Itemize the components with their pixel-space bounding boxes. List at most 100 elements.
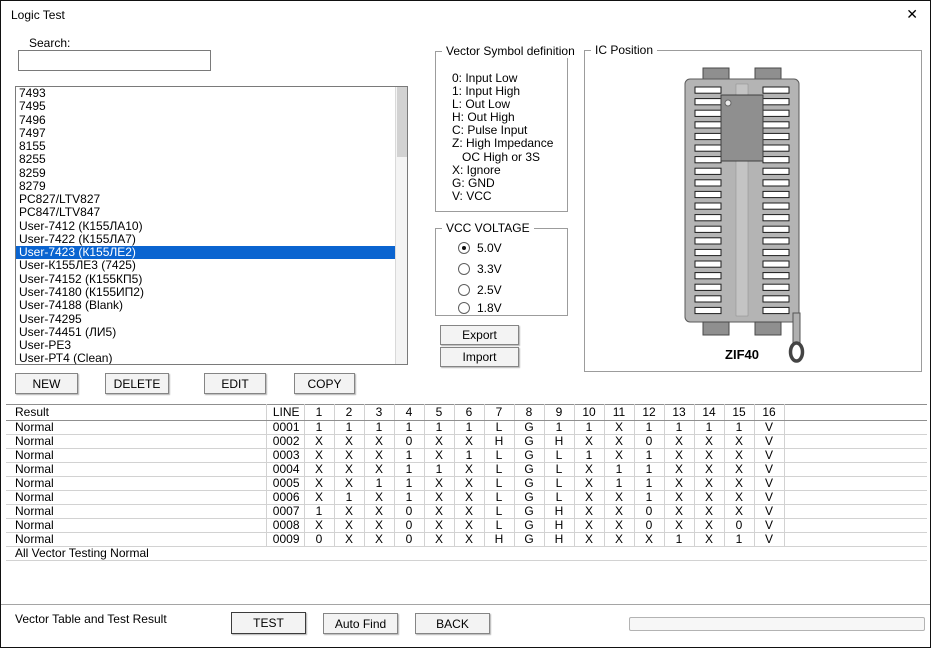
test-button[interactable]: TEST [231,612,306,634]
list-item[interactable]: 8279 [16,180,395,193]
list-item[interactable]: User-К155ЛЕ3 (7425) [16,259,395,272]
ic-listbox[interactable]: 74937495749674978155825582598279PC827/LT… [15,86,408,365]
pin-value-cell: X [334,533,364,547]
pin-value-cell: X [604,421,634,435]
list-item[interactable]: User-74188 (Blank) [16,299,395,312]
result-row[interactable]: Normal0004XXX11XLGLX11XXXV [6,463,927,477]
radio-icon[interactable] [458,263,470,275]
result-row[interactable]: Normal0001111111LG11X1111V [6,421,927,435]
radio-icon[interactable] [458,302,470,314]
export-button[interactable]: Export [440,325,519,345]
vcc-option-1.8v[interactable]: 1.8V [458,301,502,315]
list-item[interactable]: PC827/LTV827 [16,193,395,206]
vector-symbol-groupbox: Vector Symbol definition 0: Input Low1: … [435,51,568,212]
col-header: 9 [544,405,574,421]
pin-value-cell: X [424,505,454,519]
pin-value-cell: X [424,477,454,491]
search-input[interactable] [18,50,211,71]
pin-value-cell: L [484,491,514,505]
back-button[interactable]: BACK [415,613,490,634]
col-header: 1 [304,405,334,421]
line-cell: 0005 [266,477,304,491]
pin-value-cell: V [754,421,784,435]
result-row[interactable]: Normal00090XX0XXHGHXXX1X1V [6,533,927,547]
import-button[interactable]: Import [440,347,519,367]
pin-value-cell: H [484,435,514,449]
line-cell: 0007 [266,505,304,519]
pin-value-cell: X [724,463,754,477]
pin-value-cell: L [484,463,514,477]
pin-value-cell: L [544,491,574,505]
scrollbar-thumb[interactable] [397,87,407,157]
result-row[interactable]: Normal0008XXX0XXLGHXX0XX0V [6,519,927,533]
result-cell: Normal [6,533,266,547]
pin-value-cell: 0 [304,533,334,547]
filler-cell [784,449,927,463]
col-header: 10 [574,405,604,421]
pin-value-cell: X [724,435,754,449]
pin-value-cell: X [334,477,364,491]
copy-button[interactable]: COPY [294,373,355,394]
ic-position-groupbox: IC Position ZIF40 [584,50,922,372]
list-item[interactable]: User-74451 (ЛИ5) [16,326,395,339]
list-item[interactable]: 7493 [16,87,395,100]
result-row[interactable]: Normal0003XXX1X1LGL1X1XXXV [6,449,927,463]
result-row[interactable]: Normal0006X1X1XXLGLXX1XXXV [6,491,927,505]
pin-value-cell: X [334,449,364,463]
radio-icon[interactable] [458,284,470,296]
pin-value-cell: X [694,533,724,547]
pin-value-cell: X [694,519,724,533]
line-cell: 0001 [266,421,304,435]
pin-value-cell: L [544,449,574,463]
pin-value-cell: X [574,463,604,477]
pin-value-cell: 1 [664,533,694,547]
pin-value-cell: X [454,519,484,533]
list-item[interactable]: 7495 [16,100,395,113]
line-cell: 0006 [266,491,304,505]
result-row[interactable]: Normal0002XXX0XXHGHXX0XXXV [6,435,927,449]
list-item[interactable]: User-РЕ3 [16,339,395,352]
auto-find-button[interactable]: Auto Find [323,613,398,634]
edit-button[interactable]: EDIT [204,373,266,394]
list-item[interactable]: User-7412 (К155ЛА10) [16,220,395,233]
list-item[interactable]: User-74295 [16,313,395,326]
pin-value-cell: 1 [724,533,754,547]
list-item[interactable]: 8255 [16,153,395,166]
list-item[interactable]: PC847/LTV847 [16,206,395,219]
pin-value-cell: H [544,519,574,533]
line-cell: 0002 [266,435,304,449]
filler-cell [784,491,927,505]
result-row[interactable]: Normal00071XX0XXLGHXX0XXXV [6,505,927,519]
line-cell: 0008 [266,519,304,533]
new-button[interactable]: NEW [15,373,78,394]
delete-button[interactable]: DELETE [105,373,169,394]
pin-value-cell: X [424,491,454,505]
list-item[interactable]: 8155 [16,140,395,153]
list-item[interactable]: 8259 [16,167,395,180]
pin-value-cell: X [364,449,394,463]
pin-value-cell: X [664,505,694,519]
list-item[interactable]: User-7423 (К155ЛЕ2) [16,246,395,259]
list-item[interactable]: User-7422 (К155ЛА7) [16,233,395,246]
radio-icon[interactable] [458,242,470,254]
vcc-option-3.3v[interactable]: 3.3V [458,262,502,276]
vcc-option-2.5v[interactable]: 2.5V [458,283,502,297]
list-item[interactable]: User-РТ4 (Clean) [16,352,395,364]
list-item[interactable]: 7497 [16,127,395,140]
pin-value-cell: 1 [724,421,754,435]
pin-value-cell: X [694,477,724,491]
close-icon[interactable]: ✕ [906,6,918,23]
pin-value-cell: X [664,477,694,491]
filler-cell [784,463,927,477]
list-item[interactable]: User-74152 (К155КП5) [16,273,395,286]
listbox-scrollbar[interactable] [395,87,407,364]
pin-value-cell: X [454,463,484,477]
logic-test-dialog: Logic Test ✕ Search: 7493749574967497815… [0,0,931,648]
pin-value-cell: L [484,519,514,533]
pin-value-cell: 1 [394,477,424,491]
list-item[interactable]: 7496 [16,114,395,127]
result-row[interactable]: Normal0005XX11XXLGLX11XXXV [6,477,927,491]
vcc-option-5.0v[interactable]: 5.0V [458,241,502,255]
pin-value-cell: 0 [634,435,664,449]
list-item[interactable]: User-74180 (К155ИП2) [16,286,395,299]
